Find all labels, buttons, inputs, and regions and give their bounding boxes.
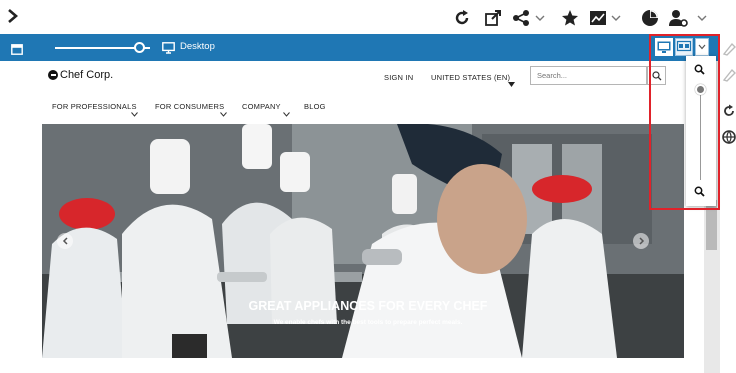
globe-icon[interactable]: [722, 130, 736, 149]
right-side-panel: [720, 34, 736, 373]
chevron-left-icon: [62, 237, 68, 245]
nav-company[interactable]: COMPANY: [242, 102, 281, 111]
site-logo[interactable]: Chef Corp.: [48, 69, 113, 81]
chevron-down-icon[interactable]: [131, 104, 138, 122]
sync-icon[interactable]: [722, 104, 736, 123]
hero-title: GREAT APPLIANCES FOR EVERY CHEF: [248, 299, 488, 313]
carousel-next-button[interactable]: [633, 233, 649, 249]
nav-blog[interactable]: BLOG: [304, 102, 326, 111]
chevron-right-icon: [638, 237, 644, 245]
edit-icon[interactable]: [722, 68, 736, 87]
main-toolbar: [0, 0, 736, 34]
sign-in-link[interactable]: SIGN IN: [384, 73, 413, 82]
highlight-box: [649, 34, 720, 210]
user-settings-icon[interactable]: [669, 8, 689, 28]
chevron-down-icon[interactable]: [220, 104, 227, 122]
nav-for-consumers[interactable]: FOR CONSUMERS: [155, 102, 224, 111]
star-icon[interactable]: [560, 8, 580, 28]
refresh-icon[interactable]: [452, 8, 472, 28]
monitor-icon: [162, 41, 175, 59]
chevron-right-icon[interactable]: [2, 6, 22, 26]
region-selector[interactable]: UNITED STATES (EN): [431, 73, 510, 82]
edit-icon[interactable]: [722, 42, 736, 61]
device-label: Desktop: [180, 41, 215, 52]
panel-toggle-icon[interactable]: [11, 42, 23, 60]
caret-down-icon[interactable]: [508, 74, 515, 92]
search-input[interactable]: [530, 66, 647, 85]
open-external-icon[interactable]: [483, 8, 503, 28]
logo-text: Chef Corp.: [60, 69, 114, 81]
hero-subtitle: We enable chefs with the best tools to p…: [273, 319, 463, 326]
chart-icon[interactable]: [588, 8, 608, 28]
chevron-down-icon[interactable]: [696, 8, 708, 28]
chevron-down-icon[interactable]: [283, 104, 290, 122]
device-width-slider-knob[interactable]: [133, 42, 145, 53]
pie-chart-icon[interactable]: [640, 8, 660, 28]
device-preview-bar: Desktop: [0, 34, 720, 61]
chevron-down-icon[interactable]: [610, 8, 622, 28]
chevron-down-icon[interactable]: [534, 8, 546, 28]
nav-for-professionals[interactable]: FOR PROFESSIONALS: [52, 102, 137, 111]
logo-icon: [48, 70, 58, 80]
carousel-prev-button[interactable]: [57, 233, 73, 249]
share-icon[interactable]: [512, 8, 532, 28]
